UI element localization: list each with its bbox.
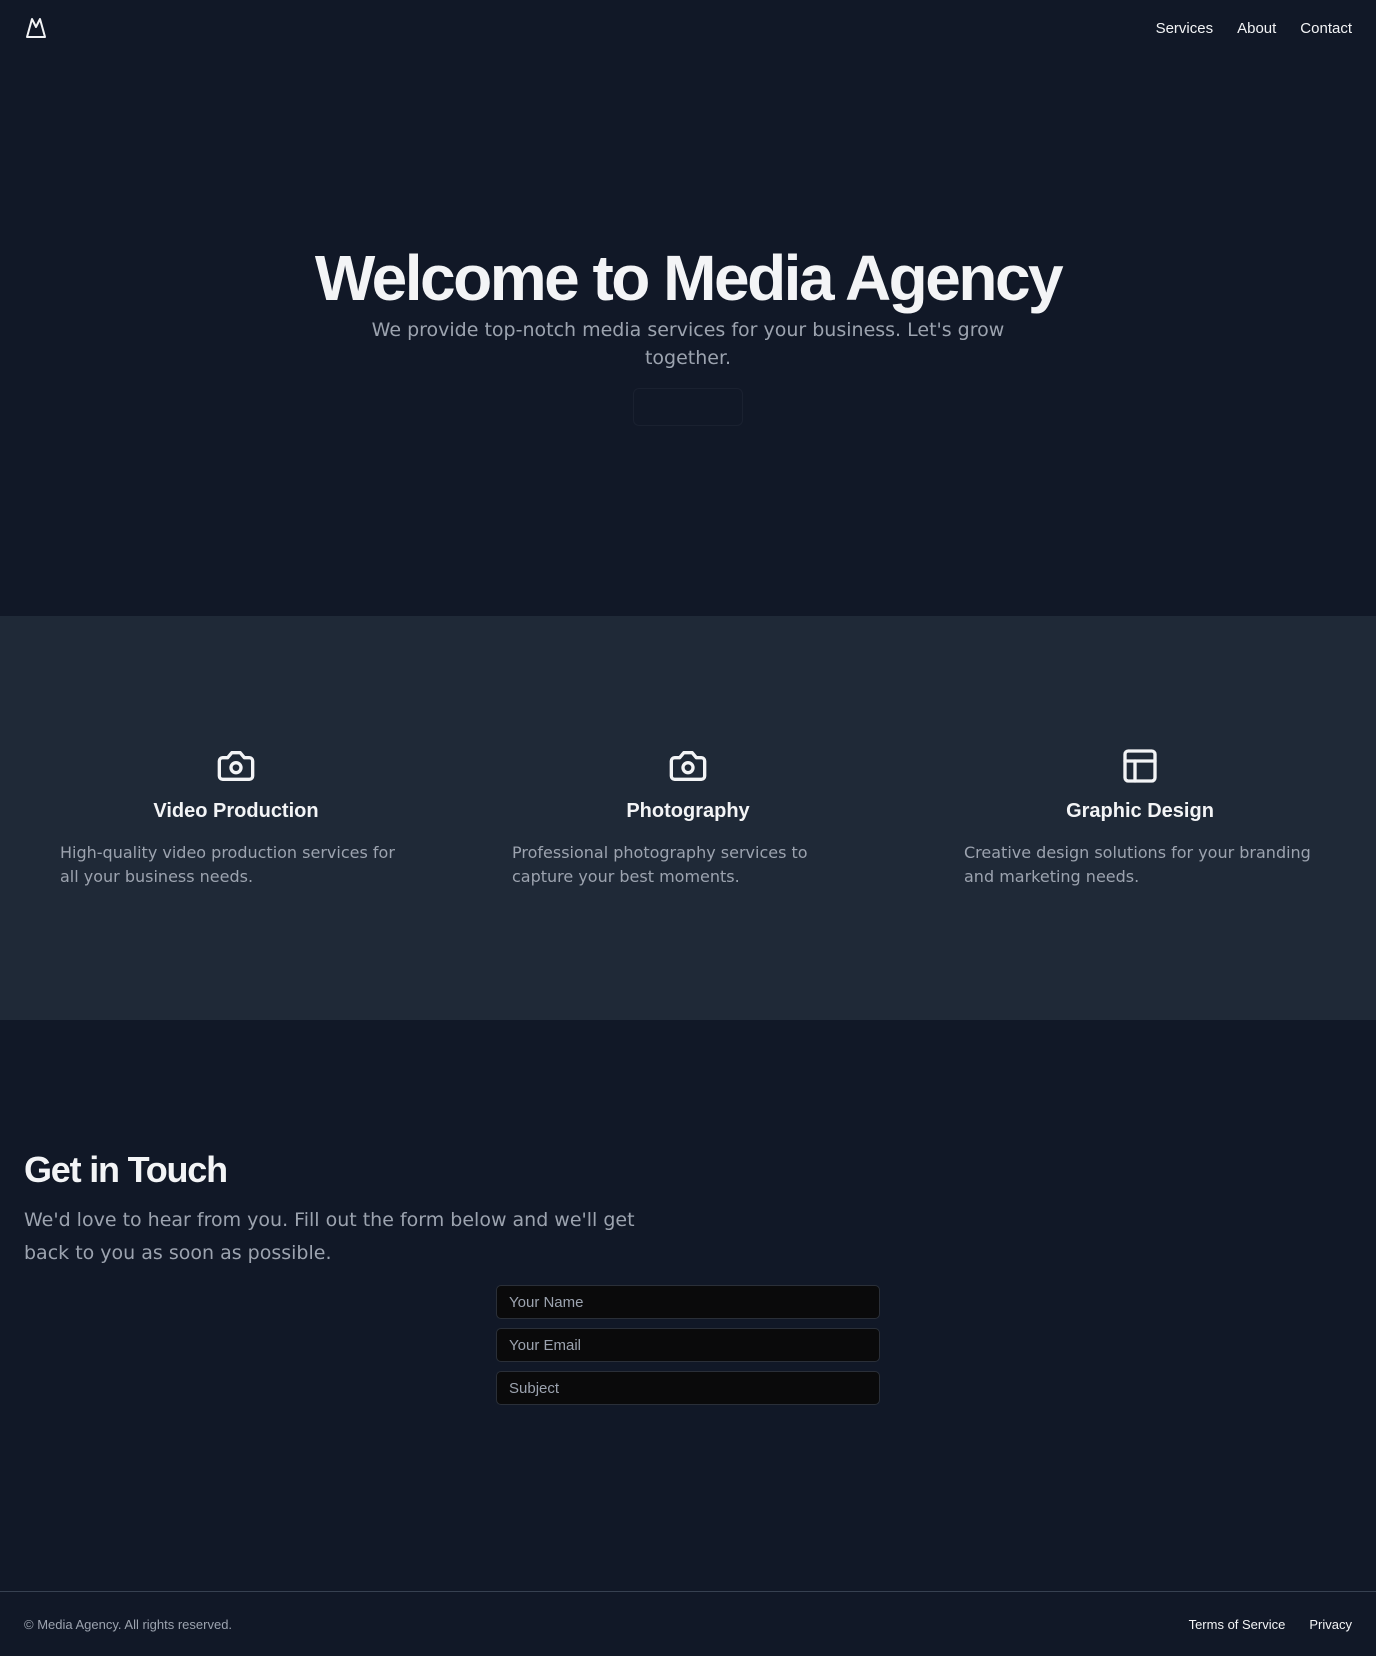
- site-header: Services About Contact: [0, 0, 1376, 56]
- contact-form: [496, 1285, 880, 1405]
- service-description: Creative design solutions for your brand…: [964, 843, 1311, 886]
- hero-title: Welcome to Media Agency: [314, 242, 1064, 314]
- main-nav: Services About Contact: [1156, 20, 1352, 37]
- camera-icon: [217, 751, 255, 781]
- service-description: Professional photography services to cap…: [512, 843, 808, 886]
- hero-cta-button[interactable]: [633, 388, 743, 426]
- service-card-graphic-design: Graphic Design Creative design solutions…: [944, 616, 1336, 1020]
- copyright-text: © Media Agency. All rights reserved.: [24, 1616, 233, 1632]
- footer-links: Terms of Service Privacy: [1189, 1617, 1352, 1632]
- contact-title: Get in Touch: [24, 1149, 228, 1190]
- nav-link-services[interactable]: Services: [1156, 20, 1214, 37]
- service-card-video-production: Video Production High-quality video prod…: [40, 616, 432, 1020]
- service-description: High-quality video production services f…: [60, 843, 395, 886]
- email-field[interactable]: [496, 1328, 880, 1362]
- camera-icon: [669, 751, 707, 781]
- layout-icon: [1123, 749, 1157, 783]
- service-title: Photography: [626, 800, 750, 822]
- service-title: Video Production: [153, 800, 319, 822]
- site-footer: © Media Agency. All rights reserved. Ter…: [0, 1591, 1376, 1656]
- services-section: Video Production High-quality video prod…: [0, 616, 1376, 1020]
- page: Services About Contact Welcome to Media …: [0, 0, 1376, 1656]
- service-title: Graphic Design: [1066, 800, 1214, 822]
- subject-field[interactable]: [496, 1371, 880, 1405]
- contact-subtitle: We'd love to hear from you. Fill out the…: [24, 1209, 635, 1264]
- nav-link-about[interactable]: About: [1237, 20, 1276, 37]
- hero-subtitle: We provide top-notch media services for …: [371, 319, 1005, 369]
- footer-link-privacy[interactable]: Privacy: [1309, 1617, 1352, 1632]
- nav-link-contact[interactable]: Contact: [1300, 20, 1352, 37]
- logo-link[interactable]: [24, 16, 48, 40]
- name-field[interactable]: [496, 1285, 880, 1319]
- footer-link-terms[interactable]: Terms of Service: [1189, 1617, 1286, 1632]
- mountain-icon: [26, 18, 46, 38]
- service-card-photography: Photography Professional photography ser…: [492, 616, 884, 1020]
- hero-section: Welcome to Media Agency We provide top-n…: [0, 56, 1376, 616]
- contact-section: Get in Touch We'd love to hear from you.…: [0, 1020, 1376, 1591]
